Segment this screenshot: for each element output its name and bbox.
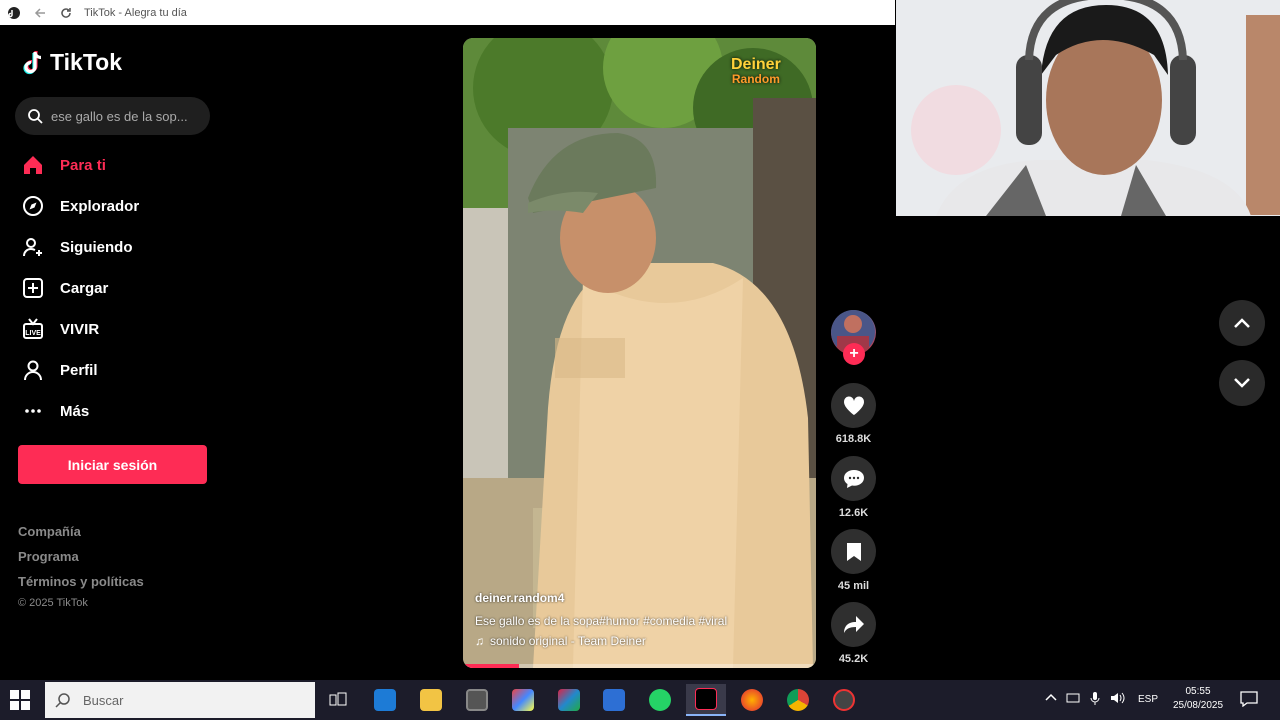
- sidebar-item-label: Para ti: [60, 156, 106, 174]
- comment-icon: [843, 469, 864, 488]
- save-count: 45 mil: [837, 580, 870, 592]
- share-count: 45.2K: [838, 653, 869, 665]
- video-player[interactable]: Deiner Random deiner.random4 Ese gallo e…: [463, 38, 816, 668]
- bookmark-icon: [846, 542, 861, 561]
- search-icon: [55, 693, 70, 708]
- video-watermark: Deiner Random: [731, 56, 781, 87]
- mail-app-icon[interactable]: [365, 684, 405, 716]
- back-arrow-icon[interactable]: [32, 5, 48, 21]
- sidebar-item-label: Explorador: [60, 197, 140, 215]
- clock-time: 05:55: [1185, 686, 1211, 697]
- comment-button[interactable]: [831, 456, 876, 501]
- home-icon: [20, 152, 46, 178]
- calculator-icon[interactable]: [457, 684, 497, 716]
- sidebar-item-vivir[interactable]: LIVE VIVIR: [20, 313, 220, 345]
- heart-icon: [843, 395, 864, 415]
- svg-text:LIVE: LIVE: [25, 330, 41, 337]
- firefox-icon[interactable]: [732, 684, 772, 716]
- video-progress-bar[interactable]: [463, 664, 816, 668]
- taskbar-search-box[interactable]: Buscar: [45, 682, 315, 718]
- search-bar[interactable]: [15, 97, 210, 135]
- sidebar-item-explorador[interactable]: Explorador: [20, 190, 220, 222]
- taskbar-search-placeholder: Buscar: [83, 692, 124, 708]
- video-author[interactable]: deiner.random4: [475, 591, 564, 605]
- window-title-bar: TikTok - Alegra tu día: [0, 0, 895, 25]
- video-caption: Ese gallo es de la sopa#humor #comedia #…: [475, 614, 728, 628]
- copyright-text: © 2025 TikTok: [18, 597, 88, 609]
- clock-date: 25/08/2025: [1172, 700, 1224, 711]
- tiktok-logo[interactable]: TikTok: [22, 49, 122, 76]
- music-note-icon: ♫: [475, 634, 484, 648]
- sidebar: TikTok Para ti Explorador Siguiendo Carg…: [0, 25, 230, 680]
- sidebar-item-mas[interactable]: Más: [20, 395, 220, 427]
- webcam-image: [896, 0, 1280, 216]
- video-progress-fill: [463, 664, 520, 668]
- following-icon: [20, 234, 46, 260]
- comment-count: 12.6K: [838, 507, 869, 519]
- sidebar-item-siguiendo[interactable]: Siguiendo: [20, 231, 220, 263]
- file-explorer-icon[interactable]: [411, 684, 451, 716]
- share-arrow-icon: [843, 615, 864, 633]
- office-app-icon[interactable]: [549, 684, 589, 716]
- tiktok-note-icon: [23, 50, 42, 74]
- logo-text: TikTok: [50, 49, 122, 75]
- login-button[interactable]: Iniciar sesión: [18, 445, 207, 484]
- task-view-icon[interactable]: [318, 684, 358, 716]
- sidebar-item-label: Cargar: [60, 279, 109, 297]
- footer-link-terminos[interactable]: Términos y políticas: [18, 574, 144, 589]
- sidebar-item-para-ti[interactable]: Para ti: [20, 149, 220, 181]
- sidebar-item-cargar[interactable]: Cargar: [20, 272, 220, 304]
- app-icon: [6, 5, 22, 21]
- compass-icon: [20, 193, 46, 219]
- store-app-icon[interactable]: [594, 684, 634, 716]
- sidebar-item-label: VIVIR: [60, 320, 100, 338]
- sidebar-item-label: Más: [60, 402, 90, 420]
- more-icon: [20, 398, 46, 424]
- like-count: 618.8K: [835, 433, 872, 445]
- network-icon[interactable]: [1066, 692, 1082, 707]
- language-indicator[interactable]: ESP: [1138, 694, 1158, 705]
- follow-plus-icon[interactable]: +: [843, 343, 865, 365]
- live-icon: LIVE: [20, 316, 46, 342]
- upload-icon: [20, 275, 46, 301]
- footer-link-programa[interactable]: Programa: [18, 549, 79, 564]
- next-video-button[interactable]: [1219, 360, 1265, 406]
- sound-label: sonido original - Team Deiner: [490, 634, 646, 648]
- taskbar-clock[interactable]: 05:55 25/08/2025: [1163, 685, 1233, 713]
- chevron-up-icon: [1234, 318, 1250, 328]
- sidebar-item-label: Siguiendo: [60, 238, 133, 256]
- search-icon: [28, 109, 43, 124]
- paint-app-icon[interactable]: [503, 684, 543, 716]
- video-sound[interactable]: ♫ sonido original - Team Deiner: [475, 634, 646, 648]
- windows-start-icon[interactable]: [10, 690, 30, 715]
- profile-icon: [20, 357, 46, 383]
- tiktok-app-icon[interactable]: [686, 684, 726, 716]
- reload-icon[interactable]: [58, 5, 74, 21]
- share-button[interactable]: [831, 602, 876, 647]
- whatsapp-icon[interactable]: [640, 684, 680, 716]
- save-button[interactable]: [831, 529, 876, 574]
- sidebar-item-perfil[interactable]: Perfil: [20, 354, 220, 386]
- windows-taskbar: Buscar ESP 05:55 25/08/2025: [0, 680, 1280, 720]
- webcam-overlay: [896, 0, 1280, 216]
- video-frame-image: [463, 38, 816, 668]
- previous-video-button[interactable]: [1219, 300, 1265, 346]
- notification-center-icon[interactable]: [1240, 691, 1258, 710]
- search-input[interactable]: [51, 108, 201, 124]
- like-button[interactable]: [831, 383, 876, 428]
- volume-icon[interactable]: [1110, 692, 1126, 707]
- footer-link-compania[interactable]: Compañía: [18, 524, 81, 539]
- sidebar-item-label: Perfil: [60, 361, 98, 379]
- window-title: TikTok - Alegra tu día: [84, 6, 187, 19]
- recording-app-icon[interactable]: [824, 684, 864, 716]
- chevron-down-icon: [1234, 378, 1250, 388]
- chrome-icon[interactable]: [778, 684, 818, 716]
- tray-chevron-up-icon[interactable]: [1045, 692, 1057, 705]
- microphone-icon[interactable]: [1090, 691, 1100, 708]
